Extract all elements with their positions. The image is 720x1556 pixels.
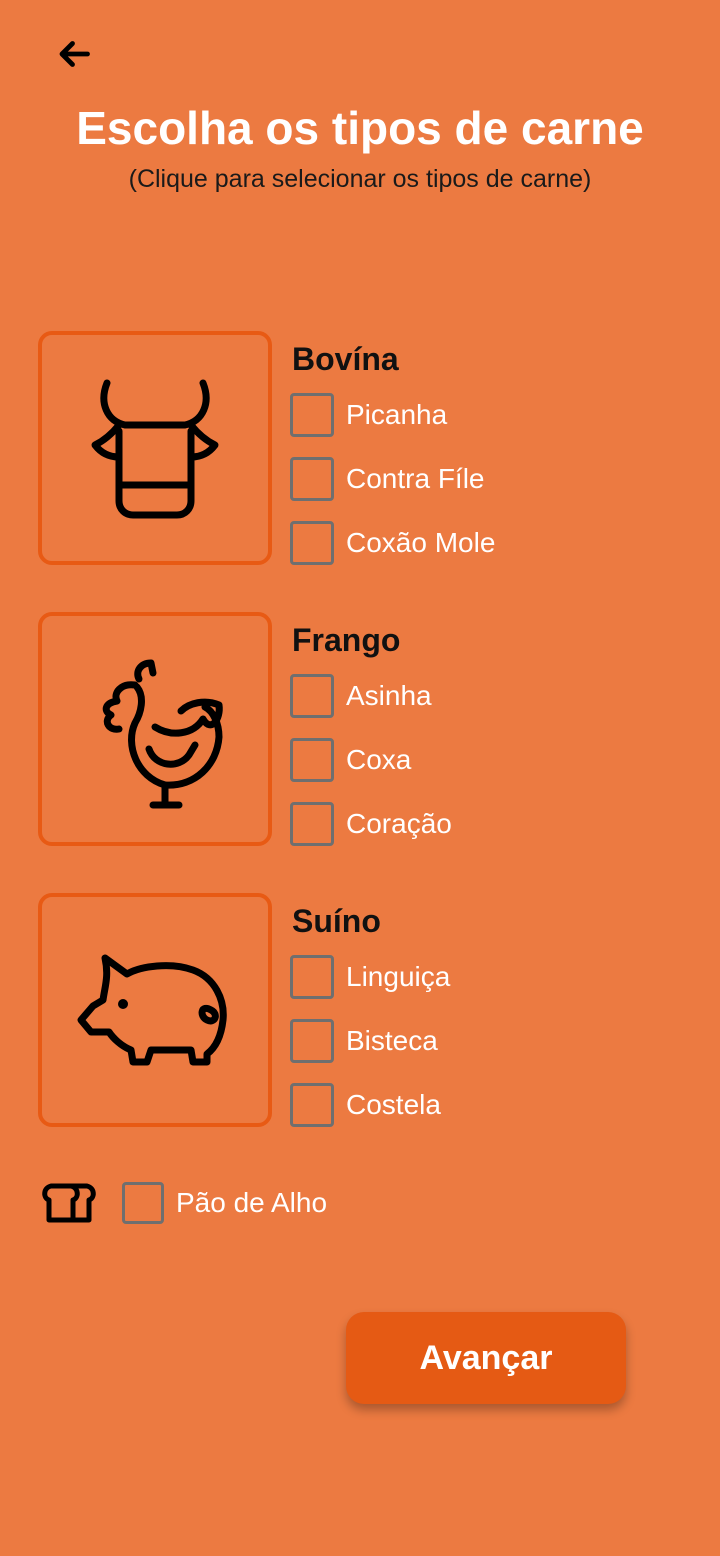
- option-asinha[interactable]: Asinha: [290, 673, 432, 719]
- category-bovina: Bovína Picanha Contra Fíle Coxão Mole: [38, 331, 678, 565]
- option-contra-file[interactable]: Contra Fíle: [290, 456, 485, 502]
- back-button[interactable]: [50, 30, 98, 78]
- category-icon-box[interactable]: [38, 612, 272, 846]
- cow-icon: [91, 379, 219, 519]
- arrow-left-icon: [59, 41, 90, 67]
- option-coxa[interactable]: Coxa: [290, 737, 411, 783]
- option-label: Contra Fíle: [346, 463, 485, 494]
- category-title: Bovína: [292, 341, 399, 377]
- pig-icon: [77, 954, 227, 1066]
- option-linguica[interactable]: Linguiça: [290, 954, 450, 1000]
- checkbox[interactable]: [290, 457, 334, 501]
- category-icon-box[interactable]: [38, 893, 272, 1127]
- option-bisteca[interactable]: Bisteca: [290, 1018, 438, 1064]
- checkbox[interactable]: [290, 738, 334, 782]
- screen: Escolha os tipos de carne (Clique para s…: [0, 0, 720, 1556]
- rooster-icon: [102, 659, 223, 809]
- bread-icon: [40, 1180, 100, 1226]
- option-coxao-mole[interactable]: Coxão Mole: [290, 520, 495, 566]
- checkbox[interactable]: [290, 1083, 334, 1127]
- option-label: Pão de Alho: [176, 1187, 328, 1218]
- option-label: Picanha: [346, 399, 448, 430]
- checkbox[interactable]: [122, 1182, 164, 1224]
- checkbox[interactable]: [290, 521, 334, 565]
- checkbox[interactable]: [290, 802, 334, 846]
- option-label: Coxão Mole: [346, 527, 496, 558]
- category-title: Suíno: [292, 903, 381, 939]
- option-label: Coxa: [346, 744, 412, 775]
- option-coracao[interactable]: Coração: [290, 801, 452, 847]
- option-label: Coração: [346, 808, 452, 839]
- option-label: Linguiça: [346, 961, 451, 992]
- checkbox[interactable]: [290, 955, 334, 999]
- checkbox[interactable]: [290, 393, 334, 437]
- option-label: Bisteca: [346, 1025, 438, 1056]
- option-picanha[interactable]: Picanha: [290, 392, 447, 438]
- option-pao-de-alho[interactable]: Pão de Alho: [40, 1180, 327, 1226]
- category-frango: Frango Asinha Coxa Coração: [38, 612, 678, 846]
- checkbox[interactable]: [290, 674, 334, 718]
- option-costela[interactable]: Costela: [290, 1082, 441, 1128]
- page-title: Escolha os tipos de carne: [76, 102, 644, 154]
- category-suino: Suíno Linguiça Bisteca Costela: [38, 893, 678, 1127]
- category-icon-box[interactable]: [38, 331, 272, 565]
- page-subtitle: (Clique para selecionar os tipos de carn…: [128, 165, 592, 193]
- checkbox[interactable]: [290, 1019, 334, 1063]
- category-title: Frango: [292, 622, 401, 658]
- next-button[interactable]: Avançar: [346, 1312, 626, 1404]
- option-label: Asinha: [346, 680, 432, 711]
- option-label: Costela: [346, 1089, 441, 1120]
